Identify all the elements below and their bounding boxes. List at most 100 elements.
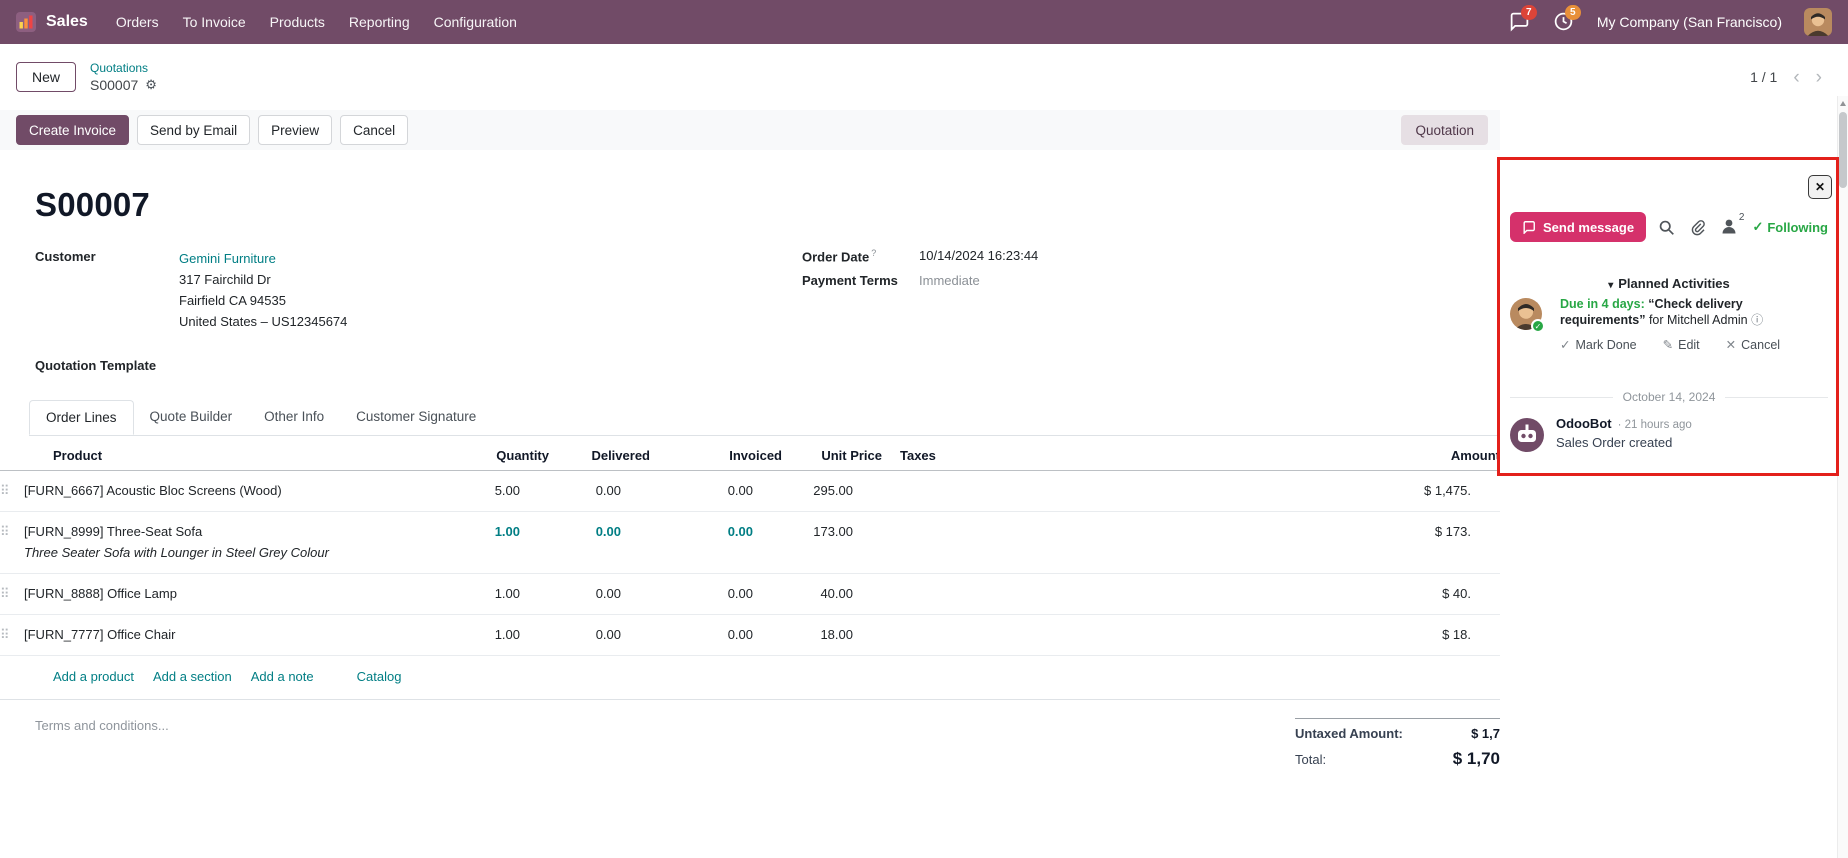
invoiced-cell[interactable]: 0.00 <box>621 481 753 501</box>
breadcrumb: Quotations S00007 ⚙ <box>90 61 157 93</box>
drag-handle-icon[interactable]: ⠿ <box>0 625 24 645</box>
drag-handle-icon[interactable]: ⠿ <box>0 481 24 501</box>
planned-activities-header[interactable]: ▾Planned Activities <box>1500 276 1838 291</box>
invoiced-cell[interactable]: 0.00 <box>621 625 753 645</box>
activity-done-check-icon: ✓ <box>1531 319 1545 333</box>
unit-price-cell[interactable]: 18.00 <box>753 625 853 645</box>
product-cell[interactable]: [FURN_6667] Acoustic Bloc Screens (Wood) <box>24 481 424 501</box>
payment-terms-value[interactable]: Immediate <box>919 273 980 288</box>
quantity-cell[interactable]: 1.00 <box>424 522 520 563</box>
menu-reporting[interactable]: Reporting <box>337 0 422 44</box>
menu-products[interactable]: Products <box>258 0 337 44</box>
menu-orders[interactable]: Orders <box>104 0 171 44</box>
totals-block: Untaxed Amount: $ 1,7 Total: $ 1,70 <box>1295 718 1500 769</box>
quantity-cell[interactable]: 1.00 <box>424 625 520 645</box>
invoiced-cell[interactable]: 0.00 <box>621 522 753 563</box>
delivered-cell[interactable]: 0.00 <box>520 522 621 563</box>
user-avatar[interactable] <box>1804 8 1832 36</box>
terms-and-conditions-field[interactable]: Terms and conditions... <box>35 718 169 733</box>
next-page-icon[interactable]: › <box>1816 68 1822 87</box>
new-button[interactable]: New <box>16 62 76 92</box>
drag-handle-icon[interactable]: ⠿ <box>0 522 24 563</box>
scrollbar-up-arrow-icon[interactable] <box>1840 101 1846 106</box>
product-cell[interactable]: [FURN_7777] Office Chair <box>24 625 424 645</box>
breadcrumb-current: S00007 <box>90 77 138 93</box>
messages-badge: 7 <box>1521 5 1537 20</box>
mark-done-button[interactable]: ✓ Mark Done <box>1560 337 1637 352</box>
taxes-cell[interactable] <box>853 625 1021 645</box>
delivered-cell[interactable]: 0.00 <box>520 584 621 604</box>
preview-button[interactable]: Preview <box>258 115 332 145</box>
menu-configuration[interactable]: Configuration <box>422 0 529 44</box>
pager: 1 / 1 ‹ › <box>1750 68 1822 87</box>
order-date-label: Order Date? <box>802 248 919 264</box>
menu-to-invoice[interactable]: To Invoice <box>171 0 258 44</box>
product-description: Three Seater Sofa with Lounger in Steel … <box>24 543 424 563</box>
quantity-cell[interactable]: 5.00 <box>424 481 520 501</box>
unit-price-cell[interactable]: 295.00 <box>753 481 853 501</box>
order-date-value[interactable]: 10/14/2024 16:23:44 <box>919 248 1038 264</box>
search-icon[interactable] <box>1658 219 1675 236</box>
untaxed-amount-value: $ 1,7 <box>1471 726 1500 741</box>
messages-button[interactable]: 7 <box>1509 11 1531 33</box>
send-by-email-button[interactable]: Send by Email <box>137 115 250 145</box>
activities-button[interactable]: 5 <box>1553 11 1575 33</box>
cancel-button[interactable]: Cancel <box>340 115 408 145</box>
message-author[interactable]: OdooBot <box>1556 416 1612 431</box>
edit-activity-button[interactable]: ✎ Edit <box>1663 337 1700 352</box>
check-icon: ✓ <box>1560 337 1570 352</box>
following-button[interactable]: ✓ Following <box>1752 219 1828 235</box>
invoiced-cell[interactable]: 0.00 <box>621 584 753 604</box>
taxes-cell[interactable] <box>853 522 1021 563</box>
tab-order-lines[interactable]: Order Lines <box>29 400 134 435</box>
vertical-scrollbar[interactable] <box>1837 96 1848 858</box>
drag-handle-icon[interactable]: ⠿ <box>0 584 24 604</box>
breadcrumb-quotations[interactable]: Quotations <box>90 61 157 75</box>
product-cell[interactable]: [FURN_8888] Office Lamp <box>24 584 424 604</box>
product-cell[interactable]: [FURN_8999] Three-Seat Sofa Three Seater… <box>24 522 424 563</box>
send-message-button[interactable]: Send message <box>1510 212 1646 242</box>
add-a-note-link[interactable]: Add a note <box>251 669 314 684</box>
chatter-panel: ✕ Send message 2 ✓ Following <box>1500 150 1838 858</box>
taxes-cell[interactable] <box>853 481 1021 501</box>
pager-count: 1 / 1 <box>1750 69 1777 85</box>
create-invoice-button[interactable]: Create Invoice <box>16 115 129 145</box>
add-a-product-link[interactable]: Add a product <box>53 669 134 684</box>
close-icon[interactable]: ✕ <box>1808 175 1832 199</box>
delivered-cell[interactable]: 0.00 <box>520 625 621 645</box>
paperclip-icon[interactable] <box>1690 219 1706 236</box>
followers-button[interactable]: 2 <box>1721 218 1737 237</box>
info-icon[interactable]: ⓘ <box>1751 313 1763 327</box>
help-icon[interactable]: ? <box>871 248 876 258</box>
tab-customer-signature[interactable]: Customer Signature <box>340 400 492 435</box>
scrollbar-thumb[interactable] <box>1839 112 1847 188</box>
amount-cell: $ 173. <box>1021 522 1471 563</box>
activity-assignee: for Mitchell Admin <box>1649 313 1748 327</box>
customer-label: Customer <box>35 248 179 332</box>
gear-icon[interactable]: ⚙ <box>145 77 157 93</box>
tab-other-info[interactable]: Other Info <box>248 400 340 435</box>
customer-address-line: Fairfield CA 94535 <box>179 290 347 311</box>
taxes-cell[interactable] <box>853 584 1021 604</box>
unit-price-cell[interactable]: 40.00 <box>753 584 853 604</box>
date-divider: October 14, 2024 <box>1510 390 1828 404</box>
app-name: Sales <box>46 13 88 31</box>
add-a-section-link[interactable]: Add a section <box>153 669 232 684</box>
unit-price-cell[interactable]: 173.00 <box>753 522 853 563</box>
company-switcher[interactable]: My Company (San Francisco) <box>1597 14 1782 30</box>
catalog-link[interactable]: Catalog <box>357 669 402 684</box>
amount-cell: $ 1,475. <box>1021 481 1471 501</box>
tab-quote-builder[interactable]: Quote Builder <box>134 400 249 435</box>
breadcrumb-bar: New Quotations S00007 ⚙ 1 / 1 ‹ › <box>0 44 1848 110</box>
untaxed-amount-label: Untaxed Amount: <box>1295 726 1403 741</box>
cancel-activity-button[interactable]: ✕ Cancel <box>1726 337 1780 352</box>
table-footer-links: Add a product Add a section Add a note C… <box>0 656 1500 700</box>
main-menu: Orders To Invoice Products Reporting Con… <box>104 0 529 44</box>
delivered-cell[interactable]: 0.00 <box>520 481 621 501</box>
quantity-cell[interactable]: 1.00 <box>424 584 520 604</box>
customer-link[interactable]: Gemini Furniture <box>179 251 276 266</box>
prev-page-icon[interactable]: ‹ <box>1793 68 1799 87</box>
status-quotation[interactable]: Quotation <box>1401 115 1488 145</box>
col-unit-price: Unit Price <box>782 448 882 463</box>
app-switcher[interactable]: Sales <box>16 12 88 32</box>
